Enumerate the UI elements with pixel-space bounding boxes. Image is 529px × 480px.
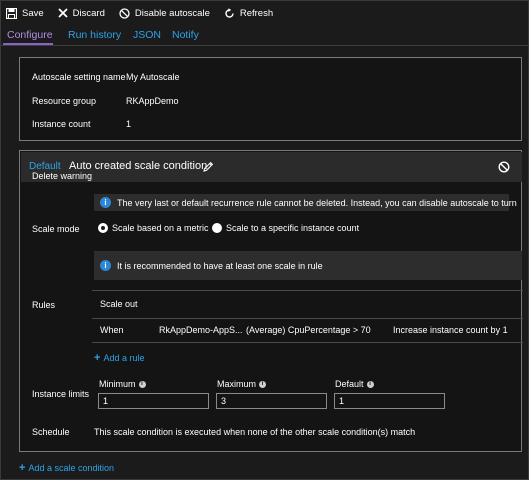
instance-count-label: Instance count xyxy=(32,119,91,129)
command-bar: Save Discard Disable autoscale Refresh xyxy=(6,4,287,22)
refresh-button[interactable]: Refresh xyxy=(224,8,273,19)
tab-run-history[interactable]: Run history xyxy=(68,29,121,41)
tab-json[interactable]: JSON xyxy=(133,29,161,41)
instance-limits-label: Instance limits xyxy=(32,389,90,399)
disable-autoscale-label: Disable autoscale xyxy=(134,7,210,19)
radio-selected-indicator xyxy=(98,223,108,233)
resource-group-label: Resource group xyxy=(32,96,97,106)
tab-configure[interactable]: Configure xyxy=(7,29,53,41)
default-label-text: Default xyxy=(335,379,364,389)
autoscale-setting-panel: Autoscale setting name My Autoscale Reso… xyxy=(19,57,522,141)
scale-condition-panel: Default Auto created scale condition Del… xyxy=(19,150,523,452)
maximum-label-text: Maximum xyxy=(217,379,257,389)
refresh-label: Refresh xyxy=(239,7,274,19)
setting-name-value: My Autoscale xyxy=(126,72,180,82)
default-label: Default i xyxy=(335,379,374,389)
rule-metric: (Average) CpuPercentage > 70 xyxy=(246,325,371,335)
info-icon[interactable]: i xyxy=(259,380,267,388)
schedule-text: This scale condition is executed when no… xyxy=(94,427,416,437)
disable-autoscale-button[interactable]: Disable autoscale xyxy=(119,8,210,19)
plus-icon: + xyxy=(19,462,26,474)
save-label: Save xyxy=(22,7,44,19)
table-divider xyxy=(92,318,523,319)
rule-when: When xyxy=(100,325,124,335)
radio-scale-by-metric-label: Scale based on a metric xyxy=(112,223,209,233)
maximum-input[interactable]: 3 xyxy=(216,393,327,409)
tab-bar: Configure Run history JSON Notify xyxy=(0,26,529,46)
instance-count-value: 1 xyxy=(126,119,132,129)
schedule-label: Schedule xyxy=(32,427,70,437)
rule-action: Increase instance count by 1 xyxy=(393,325,508,335)
default-input[interactable]: 1 xyxy=(334,393,445,409)
delete-warning-label: Delete warning xyxy=(32,171,93,181)
add-scale-condition-link[interactable]: + Add a scale condition xyxy=(19,462,114,474)
recommendation-text: It is recommended to have at least one s… xyxy=(117,260,323,271)
add-rule-link[interactable]: + Add a rule xyxy=(94,352,144,364)
info-icon: i xyxy=(100,197,111,208)
close-icon xyxy=(58,8,68,18)
active-tab-indicator xyxy=(3,43,53,45)
maximum-label: Maximum i xyxy=(217,379,267,389)
scale-out-header: Scale out xyxy=(100,299,138,309)
discard-label: Discard xyxy=(72,7,105,19)
delete-condition-icon[interactable] xyxy=(498,161,510,173)
edit-pencil-icon[interactable] xyxy=(202,161,214,173)
discard-button[interactable]: Discard xyxy=(58,8,105,19)
prohibited-icon xyxy=(119,7,130,19)
delete-warning-text: The very last or default recurrence rule… xyxy=(117,197,517,208)
scale-condition-header: Default Auto created scale condition xyxy=(21,152,522,182)
rule-resource: RkAppDemo-AppS... xyxy=(159,325,243,335)
plus-icon: + xyxy=(94,352,101,364)
scale-mode-label: Scale mode xyxy=(32,224,80,234)
minimum-input[interactable]: 1 xyxy=(98,393,209,409)
info-icon[interactable]: i xyxy=(366,380,374,388)
info-icon: i xyxy=(100,260,111,271)
rules-label: Rules xyxy=(32,300,56,310)
tab-notify[interactable]: Notify xyxy=(172,29,199,41)
table-divider xyxy=(92,290,523,291)
minimum-label-text: Minimum xyxy=(99,379,136,389)
minimum-label: Minimum i xyxy=(99,379,146,389)
radio-scale-to-count[interactable]: Scale to a specific instance count xyxy=(212,223,359,233)
save-button[interactable]: Save xyxy=(6,7,44,19)
table-divider xyxy=(92,342,523,343)
delete-warning-box: i The very last or default recurrence ru… xyxy=(94,194,517,211)
setting-name-label: Autoscale setting name xyxy=(32,72,126,82)
recommendation-box: i It is recommended to have at least one… xyxy=(94,251,522,280)
save-icon xyxy=(6,7,17,19)
radio-unselected-indicator xyxy=(212,223,222,233)
radio-scale-by-metric[interactable]: Scale based on a metric xyxy=(98,223,209,233)
resource-group-value: RKAppDemo xyxy=(126,96,179,106)
refresh-icon xyxy=(225,7,234,18)
add-scale-condition-label: Add a scale condition xyxy=(28,463,114,473)
add-rule-label: Add a rule xyxy=(103,353,145,363)
info-icon[interactable]: i xyxy=(138,380,146,388)
radio-scale-to-count-label: Scale to a specific instance count xyxy=(226,223,360,233)
